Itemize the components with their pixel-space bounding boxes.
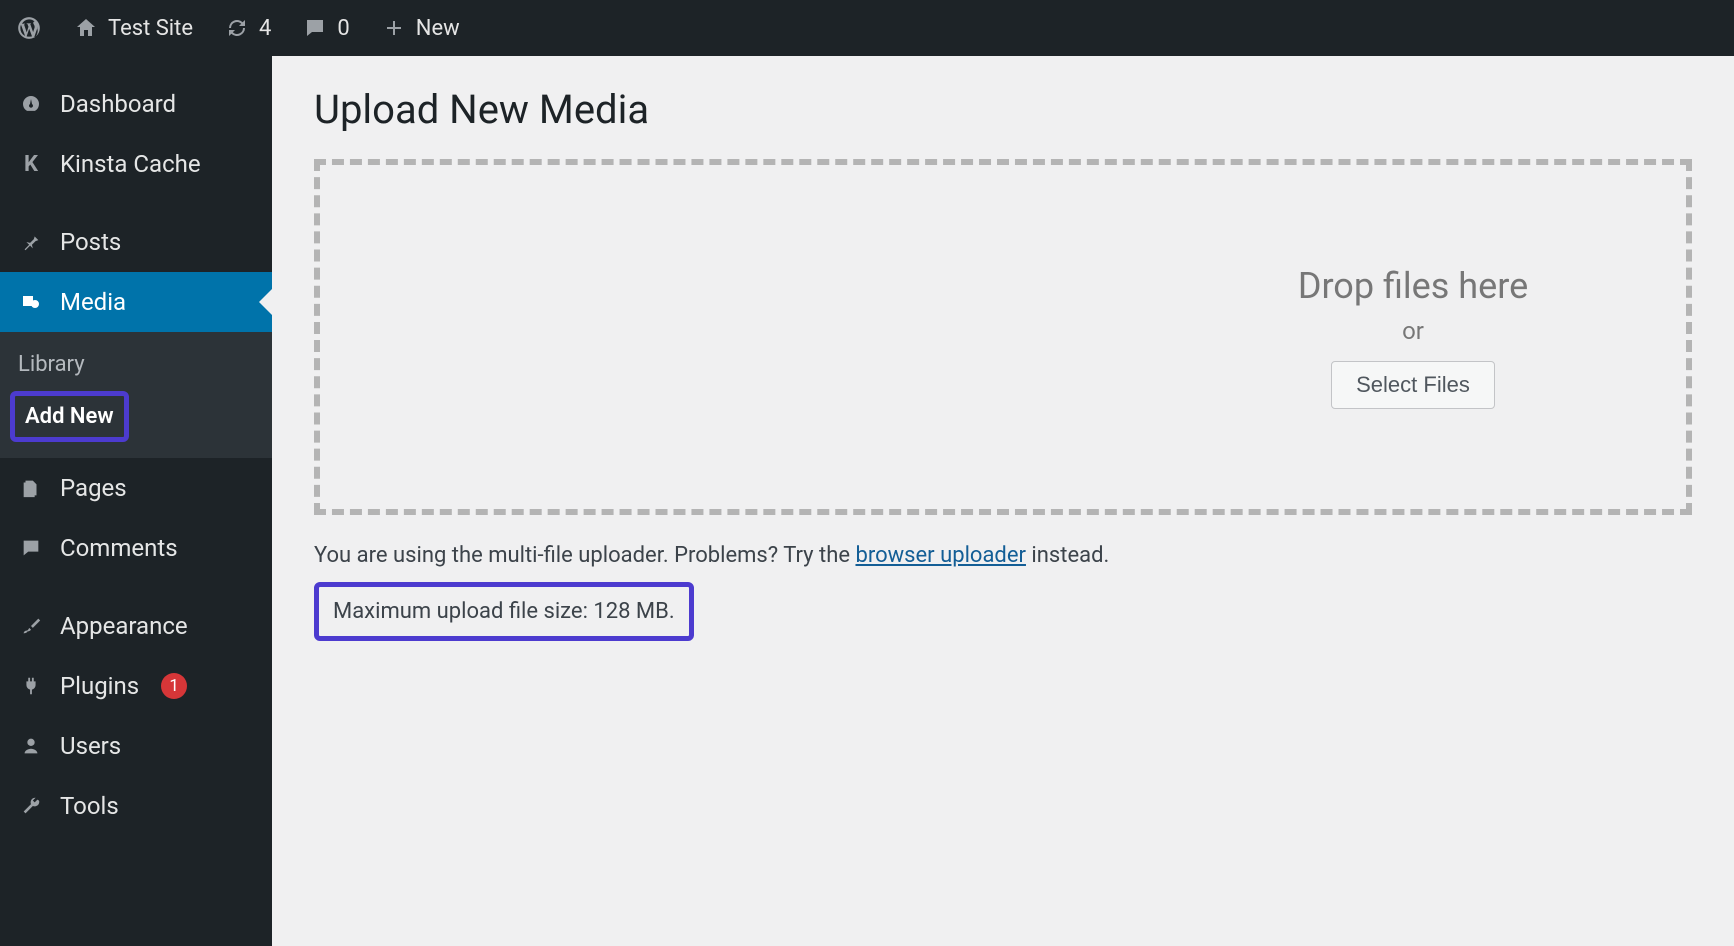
sidebar-item-label: Posts	[60, 228, 121, 256]
wp-logo[interactable]	[0, 0, 58, 56]
sidebar-item-tools[interactable]: Tools	[0, 776, 272, 836]
sidebar-subitem-library[interactable]: Library	[0, 340, 272, 389]
sidebar-item-appearance[interactable]: Appearance	[0, 596, 272, 656]
note-prefix: You are using the multi-file uploader. P…	[314, 543, 855, 568]
sidebar-item-label: Plugins	[60, 672, 139, 700]
admin-sidebar: Dashboard K Kinsta Cache Posts Media Lib…	[0, 56, 272, 946]
sidebar-subitem-label: Add New	[25, 404, 114, 429]
user-icon	[18, 735, 44, 757]
site-name-link[interactable]: Test Site	[58, 0, 209, 56]
sidebar-subitem-add-new[interactable]: Add New	[10, 391, 129, 442]
note-suffix: instead.	[1026, 543, 1109, 568]
sidebar-item-kinsta-cache[interactable]: K Kinsta Cache	[0, 134, 272, 194]
sidebar-item-label: Users	[60, 732, 121, 760]
sidebar-item-pages[interactable]: Pages	[0, 458, 272, 518]
kinsta-icon: K	[18, 152, 44, 177]
sidebar-item-posts[interactable]: Posts	[0, 212, 272, 272]
pin-icon	[18, 231, 44, 253]
wrench-icon	[18, 795, 44, 817]
comments-icon	[18, 537, 44, 559]
sidebar-item-label: Tools	[60, 792, 119, 820]
refresh-icon	[225, 16, 249, 40]
sidebar-item-label: Comments	[60, 534, 178, 562]
plugins-badge: 1	[161, 673, 187, 699]
pages-icon	[18, 477, 44, 499]
sidebar-item-label: Media	[60, 288, 126, 316]
upload-dropzone[interactable]: Drop files here or Select Files	[314, 159, 1692, 515]
sidebar-subitem-label: Library	[18, 352, 85, 377]
sidebar-item-label: Dashboard	[60, 90, 176, 118]
dropzone-text: Drop files here	[1298, 265, 1528, 307]
media-icon	[18, 290, 44, 314]
dropzone-or: or	[1298, 317, 1528, 345]
wordpress-icon	[16, 15, 42, 41]
page-title: Upload New Media	[314, 86, 1692, 133]
comments-link[interactable]: 0	[287, 0, 365, 56]
main-content: Upload New Media Drop files here or Sele…	[272, 56, 1734, 946]
sidebar-item-comments[interactable]: Comments	[0, 518, 272, 578]
new-label: New	[416, 16, 460, 41]
new-content-link[interactable]: New	[366, 0, 476, 56]
admin-toolbar: Test Site 4 0 New	[0, 0, 1734, 56]
sidebar-item-plugins[interactable]: Plugins 1	[0, 656, 272, 716]
browser-uploader-link[interactable]: browser uploader	[855, 543, 1025, 568]
max-upload-highlight: Maximum upload file size: 128 MB.	[314, 582, 694, 641]
site-name-label: Test Site	[108, 16, 193, 41]
sidebar-item-label: Kinsta Cache	[60, 150, 201, 178]
brush-icon	[18, 615, 44, 637]
updates-count: 4	[259, 16, 271, 41]
sidebar-item-label: Pages	[60, 474, 127, 502]
select-files-button[interactable]: Select Files	[1331, 361, 1495, 409]
sidebar-item-label: Appearance	[60, 612, 188, 640]
sidebar-item-dashboard[interactable]: Dashboard	[0, 74, 272, 134]
dashboard-icon	[18, 92, 44, 116]
max-upload-size: Maximum upload file size: 128 MB.	[319, 587, 689, 636]
sidebar-item-users[interactable]: Users	[0, 716, 272, 776]
updates-link[interactable]: 4	[209, 0, 287, 56]
uploader-note: You are using the multi-file uploader. P…	[314, 543, 1692, 568]
comment-icon	[303, 16, 327, 40]
home-icon	[74, 16, 98, 40]
comments-count: 0	[337, 16, 349, 41]
plus-icon	[382, 16, 406, 40]
plugin-icon	[18, 675, 44, 697]
media-submenu: Library Add New	[0, 332, 272, 458]
sidebar-item-media[interactable]: Media	[0, 272, 272, 332]
